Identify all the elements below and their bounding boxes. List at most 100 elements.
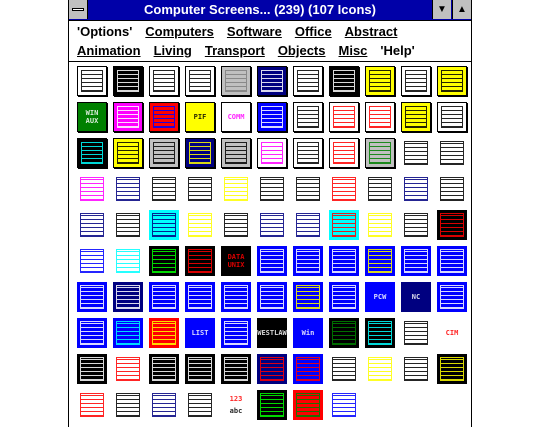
tiled-windows-icon[interactable] — [77, 210, 107, 240]
form-screen-icon[interactable] — [221, 282, 251, 312]
grid-window-icon[interactable] — [113, 66, 143, 96]
pif-icon[interactable]: PIF — [185, 102, 215, 132]
dollar-icon[interactable] — [113, 102, 143, 132]
stacked-windows-icon[interactable] — [401, 174, 431, 204]
smiley-window-icon[interactable] — [365, 66, 395, 96]
document-window-icon[interactable] — [293, 102, 323, 132]
dots-grid-icon[interactable] — [329, 174, 359, 204]
smiley-dialog-icon[interactable] — [185, 210, 215, 240]
red-form-icon[interactable] — [293, 390, 323, 420]
menu-abstract[interactable]: Abstract — [345, 24, 398, 39]
target-window-icon[interactable] — [329, 210, 359, 240]
text-window-icon[interactable] — [401, 138, 431, 168]
form-icon[interactable] — [293, 174, 323, 204]
shop-icon[interactable] — [149, 102, 179, 132]
blank-window-icon[interactable] — [77, 66, 107, 96]
nc-screen-icon[interactable]: NC — [401, 282, 431, 312]
numbers-letters-icon[interactable]: 123 abc — [221, 390, 251, 420]
chart-window-icon[interactable] — [437, 354, 467, 384]
split-window-icon[interactable] — [77, 390, 107, 420]
face-dialog-icon[interactable] — [221, 174, 251, 204]
red-grid-icon[interactable] — [437, 210, 467, 240]
list-screen-icon[interactable] — [77, 282, 107, 312]
cyan-list-icon[interactable] — [113, 318, 143, 348]
empty-window-icon[interactable] — [293, 138, 323, 168]
win-aux-icon[interactable]: WIN AUX — [77, 102, 107, 132]
graph-window-icon[interactable] — [185, 246, 215, 276]
control-panel-icon[interactable] — [365, 138, 395, 168]
frame-window-icon[interactable] — [293, 66, 323, 96]
dialog-icon[interactable] — [149, 210, 179, 240]
westlaw-icon[interactable]: WESTLAW — [257, 318, 287, 348]
pattern-screen-icon[interactable] — [149, 318, 179, 348]
list-view-icon[interactable] — [437, 138, 467, 168]
pointer-hand-icon[interactable] — [221, 210, 251, 240]
dots-pattern-icon[interactable] — [149, 390, 179, 420]
bar-chart-icon[interactable] — [329, 138, 359, 168]
table-icon[interactable] — [185, 174, 215, 204]
menu-office[interactable]: Office — [295, 24, 332, 39]
no-entry-icon[interactable] — [437, 102, 467, 132]
right-arrow-icon[interactable] — [365, 102, 395, 132]
bars-screen-icon[interactable] — [77, 354, 107, 384]
file-manager-icon[interactable] — [113, 210, 143, 240]
chip-window-icon[interactable] — [401, 66, 431, 96]
calculator-icon[interactable] — [257, 174, 287, 204]
menu-misc[interactable]: Misc — [339, 43, 368, 58]
dos-screen-icon[interactable] — [257, 246, 287, 276]
dotted-window-icon[interactable] — [221, 66, 251, 96]
menu-computers[interactable]: Computers — [145, 24, 214, 39]
star-window-icon[interactable] — [257, 66, 287, 96]
keypad-icon[interactable] — [77, 138, 107, 168]
yellow-window-icon[interactable] — [365, 354, 395, 384]
blue-dialog-icon[interactable] — [401, 246, 431, 276]
tetris-icon[interactable] — [149, 246, 179, 276]
dice-icon[interactable] — [365, 174, 395, 204]
cascade-icon[interactable] — [437, 174, 467, 204]
star-screen-icon[interactable] — [329, 246, 359, 276]
small-window-icon[interactable] — [257, 210, 287, 240]
columns-screen-icon[interactable] — [149, 282, 179, 312]
cyan-grid-icon[interactable] — [113, 246, 143, 276]
system-menu-button[interactable] — [69, 0, 88, 19]
comm-icon[interactable]: COMM — [221, 102, 251, 132]
cim-screen-icon[interactable]: CIM — [437, 318, 467, 348]
red-list-icon[interactable] — [113, 354, 143, 384]
minimize-button[interactable]: ▼ — [432, 0, 451, 19]
menu-animation[interactable]: Animation — [77, 43, 141, 58]
key-icon[interactable] — [401, 102, 431, 132]
menu-objects[interactable]: Objects — [278, 43, 326, 58]
multi-window-icon[interactable] — [257, 354, 287, 384]
tools-icon[interactable] — [401, 210, 431, 240]
left-arrow-icon[interactable] — [329, 102, 359, 132]
terminal-screen-icon[interactable] — [437, 246, 467, 276]
blue-screen-icon[interactable] — [293, 246, 323, 276]
window-border-icon[interactable] — [329, 318, 359, 348]
menu-living[interactable]: Living — [154, 43, 192, 58]
monitor-icon[interactable] — [329, 66, 359, 96]
table-window-icon[interactable] — [329, 354, 359, 384]
notes-window-icon[interactable] — [401, 354, 431, 384]
maximize-button[interactable]: ▲ — [452, 0, 471, 19]
program-group-icon[interactable] — [113, 174, 143, 204]
sunglasses-icon[interactable] — [113, 138, 143, 168]
win-screen-icon[interactable]: Win — [293, 318, 323, 348]
dark-dialog-icon[interactable] — [257, 390, 287, 420]
blue-panel-icon[interactable] — [329, 282, 359, 312]
color-grid-icon[interactable] — [185, 138, 215, 168]
color-blocks-icon[interactable] — [293, 354, 323, 384]
command-prompt-icon[interactable] — [185, 354, 215, 384]
menu-help[interactable]: 'Help' — [380, 43, 414, 58]
diamond-window-icon[interactable] — [365, 210, 395, 240]
blue-list-icon[interactable] — [77, 246, 107, 276]
window-icon[interactable] — [149, 66, 179, 96]
sheet-icon[interactable] — [185, 390, 215, 420]
menu-software[interactable]: Software — [227, 24, 282, 39]
white-list-icon[interactable] — [149, 354, 179, 384]
data-grid-icon[interactable] — [221, 318, 251, 348]
floppy-icon[interactable] — [257, 102, 287, 132]
tree-screen-icon[interactable] — [257, 282, 287, 312]
code-screen-icon[interactable] — [293, 282, 323, 312]
app-grid-icon[interactable] — [149, 138, 179, 168]
face-window-icon[interactable] — [437, 66, 467, 96]
